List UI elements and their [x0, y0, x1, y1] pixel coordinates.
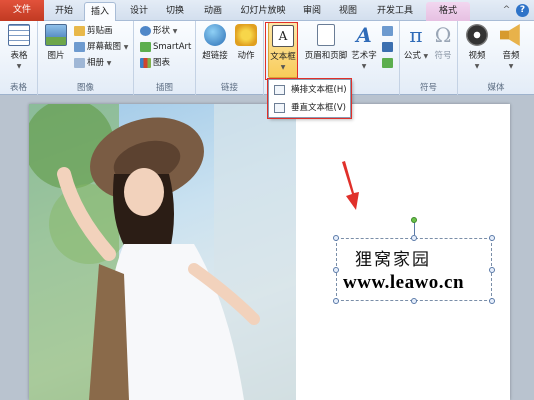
- menu-item-vertical-textbox[interactable]: 垂直文本框(V): [271, 100, 348, 116]
- minimize-ribbon-icon[interactable]: ^: [500, 4, 513, 17]
- vertical-textbox-icon: [274, 103, 285, 113]
- object-icon: [382, 57, 393, 68]
- hyperlink-icon: [204, 24, 226, 46]
- text-box-line1[interactable]: 狸窝家园: [355, 245, 431, 270]
- tab-slideshow[interactable]: 幻灯片放映: [236, 2, 290, 21]
- rotation-stem: [414, 221, 415, 235]
- equation-icon: π: [409, 23, 423, 47]
- tab-animations[interactable]: 动画: [196, 2, 230, 21]
- group-links: 超链接 动作 链接: [196, 21, 264, 95]
- equation-button[interactable]: π 公式 ▼: [403, 24, 429, 61]
- photo-woman-with-hat[interactable]: [29, 104, 296, 400]
- tab-review[interactable]: 审阅: [297, 2, 327, 21]
- picture-icon: [45, 24, 67, 46]
- group-illustrations: 形状 ▼ SmartArt 图表 插图: [134, 21, 196, 95]
- text-box-line2[interactable]: www.leawo.cn: [343, 272, 464, 294]
- ribbon-tab-bar: 文件 开始 插入 设计 切换 动画 幻灯片放映 审阅 视图 开发工具 格式 ^ …: [0, 0, 534, 22]
- resize-handle[interactable]: [333, 267, 339, 273]
- picture-button[interactable]: 图片: [42, 24, 70, 61]
- action-icon: [235, 24, 257, 46]
- wordart-button[interactable]: A 艺术字 ▼: [350, 24, 378, 71]
- object-button[interactable]: [382, 57, 395, 70]
- textbox-icon: A: [272, 25, 294, 47]
- slide-number-icon: [382, 41, 393, 52]
- tab-developer[interactable]: 开发工具: [370, 2, 420, 21]
- group-media: 视频 ▼ 音频 ▼ 媒体: [458, 21, 534, 95]
- group-label-media: 媒体: [487, 83, 505, 93]
- table-icon: [8, 24, 30, 46]
- group-label-tables: 表格: [9, 83, 27, 93]
- menu-item-horizontal-textbox[interactable]: 横排文本框(H): [271, 82, 348, 98]
- headerfooter-button[interactable]: 页眉和页脚: [304, 24, 348, 61]
- tab-format[interactable]: 格式: [426, 2, 470, 21]
- shapes-button[interactable]: 形状 ▼: [140, 25, 177, 38]
- date-time-button[interactable]: [382, 25, 395, 38]
- headerfooter-icon: [317, 24, 335, 46]
- video-button[interactable]: 视频 ▼: [462, 24, 492, 71]
- tab-home[interactable]: 开始: [50, 2, 78, 21]
- resize-handle[interactable]: [411, 235, 417, 241]
- photo-illustration: [29, 104, 296, 400]
- screenshot-button[interactable]: 屏幕截图 ▼: [74, 41, 128, 54]
- arrow-icon: [342, 161, 359, 210]
- resize-handle[interactable]: [333, 298, 339, 304]
- smartart-icon: [140, 41, 151, 52]
- tab-transitions[interactable]: 切换: [160, 2, 190, 21]
- symbol-icon: Ω: [434, 23, 452, 47]
- smartart-button[interactable]: SmartArt: [140, 41, 191, 54]
- group-label-images: 图像: [76, 83, 94, 93]
- audio-button[interactable]: 音频 ▼: [496, 24, 526, 71]
- text-box[interactable]: 狸窝家园 www.leawo.cn: [333, 217, 495, 304]
- resize-handle[interactable]: [333, 235, 339, 241]
- hyperlink-button[interactable]: 超链接: [199, 24, 231, 61]
- audio-icon: [500, 24, 520, 46]
- chart-button[interactable]: 图表: [140, 57, 170, 70]
- shapes-icon: [140, 25, 151, 36]
- tab-view[interactable]: 视图: [333, 2, 363, 21]
- album-button[interactable]: 相册 ▼: [74, 57, 111, 70]
- slide-number-button[interactable]: [382, 41, 395, 54]
- tab-insert[interactable]: 插入: [84, 2, 116, 22]
- help-icon[interactable]: ?: [516, 4, 529, 17]
- textbox-button[interactable]: A 文本框 ▼: [268, 22, 298, 78]
- group-label-symbols: 符号: [419, 83, 437, 93]
- textbox-dropdown-menu: 横排文本框(H) 垂直文本框(V): [268, 79, 351, 118]
- video-icon: [466, 24, 488, 46]
- resize-handle[interactable]: [489, 267, 495, 273]
- screenshot-icon: [74, 41, 85, 52]
- group-tables: 表格 ▼ 表格: [0, 21, 38, 95]
- resize-handle[interactable]: [489, 235, 495, 241]
- resize-handle[interactable]: [411, 298, 417, 304]
- action-button[interactable]: 动作: [232, 24, 260, 61]
- clipart-icon: [74, 25, 85, 36]
- group-images: 图片 剪贴画 屏幕截图 ▼ 相册 ▼ 图像: [38, 21, 134, 95]
- tab-design[interactable]: 设计: [124, 2, 154, 21]
- wordart-icon: A: [356, 23, 372, 47]
- ribbon-insert: 表格 ▼ 表格 图片 剪贴画 屏幕截图 ▼ 相册 ▼ 图像 形状 ▼ SmartA…: [0, 21, 534, 95]
- symbol-button[interactable]: Ω 符号: [430, 24, 456, 61]
- album-icon: [74, 57, 85, 68]
- clipart-button[interactable]: 剪贴画: [74, 25, 113, 38]
- group-label-links: 链接: [220, 83, 238, 93]
- rotation-handle[interactable]: [411, 217, 417, 223]
- table-button[interactable]: 表格 ▼: [4, 24, 34, 71]
- chart-icon: [140, 57, 151, 68]
- resize-handle[interactable]: [489, 298, 495, 304]
- group-label-illustrations: 插图: [155, 83, 173, 93]
- tab-file[interactable]: 文件: [0, 0, 44, 21]
- date-time-icon: [382, 25, 393, 36]
- group-symbols: π 公式 ▼ Ω 符号 符号: [400, 21, 458, 95]
- horizontal-textbox-icon: [274, 85, 285, 95]
